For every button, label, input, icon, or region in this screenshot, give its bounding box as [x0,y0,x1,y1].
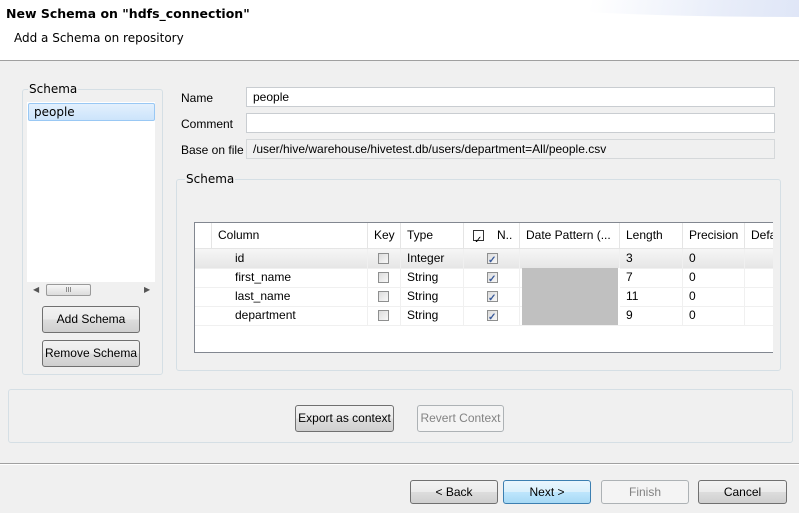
cancel-button[interactable]: Cancel [698,480,787,504]
cell-column[interactable]: id [212,249,368,268]
cell-precision[interactable]: 0 [683,249,745,268]
schema-list-item[interactable]: people [28,103,155,121]
base-on-file-label: Base on file [181,143,244,157]
cell-default[interactable] [745,249,773,268]
nullable-checkbox[interactable] [487,251,498,268]
cell-nullable[interactable] [464,249,520,268]
table-row[interactable]: first_name String 7 0 [195,268,773,288]
cell-type[interactable]: String [401,306,464,325]
scroll-left-icon[interactable]: ◀ [33,285,39,294]
table-row[interactable]: id Integer 3 0 [195,249,773,269]
column-header-date-pattern[interactable]: Date Pattern (... [520,223,620,248]
cell-key[interactable] [368,268,401,287]
row-header-column [195,223,212,248]
scroll-thumb[interactable]: III [46,284,91,296]
table-row[interactable]: department String 9 0 [195,306,773,326]
cell-nullable[interactable] [464,268,520,287]
table-header: Column Key Type N.. Date Pattern (... Le… [195,223,773,249]
cell-nullable[interactable] [464,287,520,306]
remove-schema-button[interactable]: Remove Schema [42,340,140,367]
name-input[interactable]: people [246,87,775,107]
nullable-all-checkbox[interactable] [473,228,484,248]
column-header-length[interactable]: Length [620,223,683,248]
column-header-nullable-label: N.. [497,228,513,242]
header-decoration [499,0,799,17]
cell-date-pattern [522,268,620,287]
key-checkbox[interactable] [378,253,389,264]
cell-type[interactable]: String [401,287,464,306]
cell-column[interactable]: first_name [212,268,368,287]
nullable-checkbox[interactable] [487,308,498,325]
nullable-checkbox[interactable] [487,289,498,306]
column-header-nullable[interactable]: N.. [464,223,520,248]
cell-length[interactable]: 9 [620,306,683,325]
cell-precision[interactable]: 0 [683,268,745,287]
key-checkbox[interactable] [378,272,389,283]
cell-nullable[interactable] [464,306,520,325]
table-row[interactable]: last_name String 11 0 [195,287,773,307]
cell-key[interactable] [368,287,401,306]
cell-column[interactable]: last_name [212,287,368,306]
revert-context-button: Revert Context [417,405,504,432]
add-schema-button[interactable]: Add Schema [42,306,140,333]
base-on-file-field: /user/hive/warehouse/hivetest.db/users/d… [246,139,775,159]
cell-default[interactable] [745,306,773,325]
comment-label: Comment [181,117,234,131]
cell-column[interactable]: department [212,306,368,325]
cell-precision[interactable]: 0 [683,287,745,306]
cell-default[interactable] [745,287,773,306]
cell-precision[interactable]: 0 [683,306,745,325]
comment-input[interactable] [246,113,775,133]
schema-table[interactable]: Column Key Type N.. Date Pattern (... Le… [194,222,773,353]
scroll-right-icon[interactable]: ▶ [144,285,150,294]
wizard-subtitle: Add a Schema on repository [14,31,184,45]
finish-button: Finish [601,480,689,504]
column-header-column[interactable]: Column [212,223,368,248]
back-button[interactable]: < Back [410,480,498,504]
nullable-checkbox[interactable] [487,270,498,287]
column-header-type[interactable]: Type [401,223,464,248]
schema-columns-group-label: Schema [185,172,236,186]
key-checkbox[interactable] [378,291,389,302]
cell-date-pattern [522,306,620,325]
cell-type[interactable]: String [401,268,464,287]
schema-list-scrollbar[interactable]: ◀ III ▶ [27,282,155,298]
next-button[interactable]: Next > [503,480,591,504]
cell-key[interactable] [368,306,401,325]
wizard-header: New Schema on "hdfs_connection" Add a Sc… [0,0,799,61]
column-header-key[interactable]: Key [368,223,401,248]
cell-type[interactable]: Integer [401,249,464,268]
cell-date-pattern [522,287,620,306]
cell-key[interactable] [368,249,401,268]
key-checkbox[interactable] [378,310,389,321]
wizard-title: New Schema on "hdfs_connection" [6,6,250,21]
column-header-default[interactable]: Defa [745,223,773,248]
cell-date-pattern[interactable] [520,249,620,268]
schema-list[interactable]: people [27,102,155,298]
schema-list-group-label: Schema [28,82,79,96]
cell-default[interactable] [745,268,773,287]
name-label: Name [181,91,214,105]
export-as-context-button[interactable]: Export as context [295,405,394,432]
cell-length[interactable]: 7 [620,268,683,287]
context-group [8,389,793,443]
cell-length[interactable]: 11 [620,287,683,306]
footer-separator [0,463,799,465]
cell-length[interactable]: 3 [620,249,683,268]
column-header-precision[interactable]: Precision [683,223,745,248]
